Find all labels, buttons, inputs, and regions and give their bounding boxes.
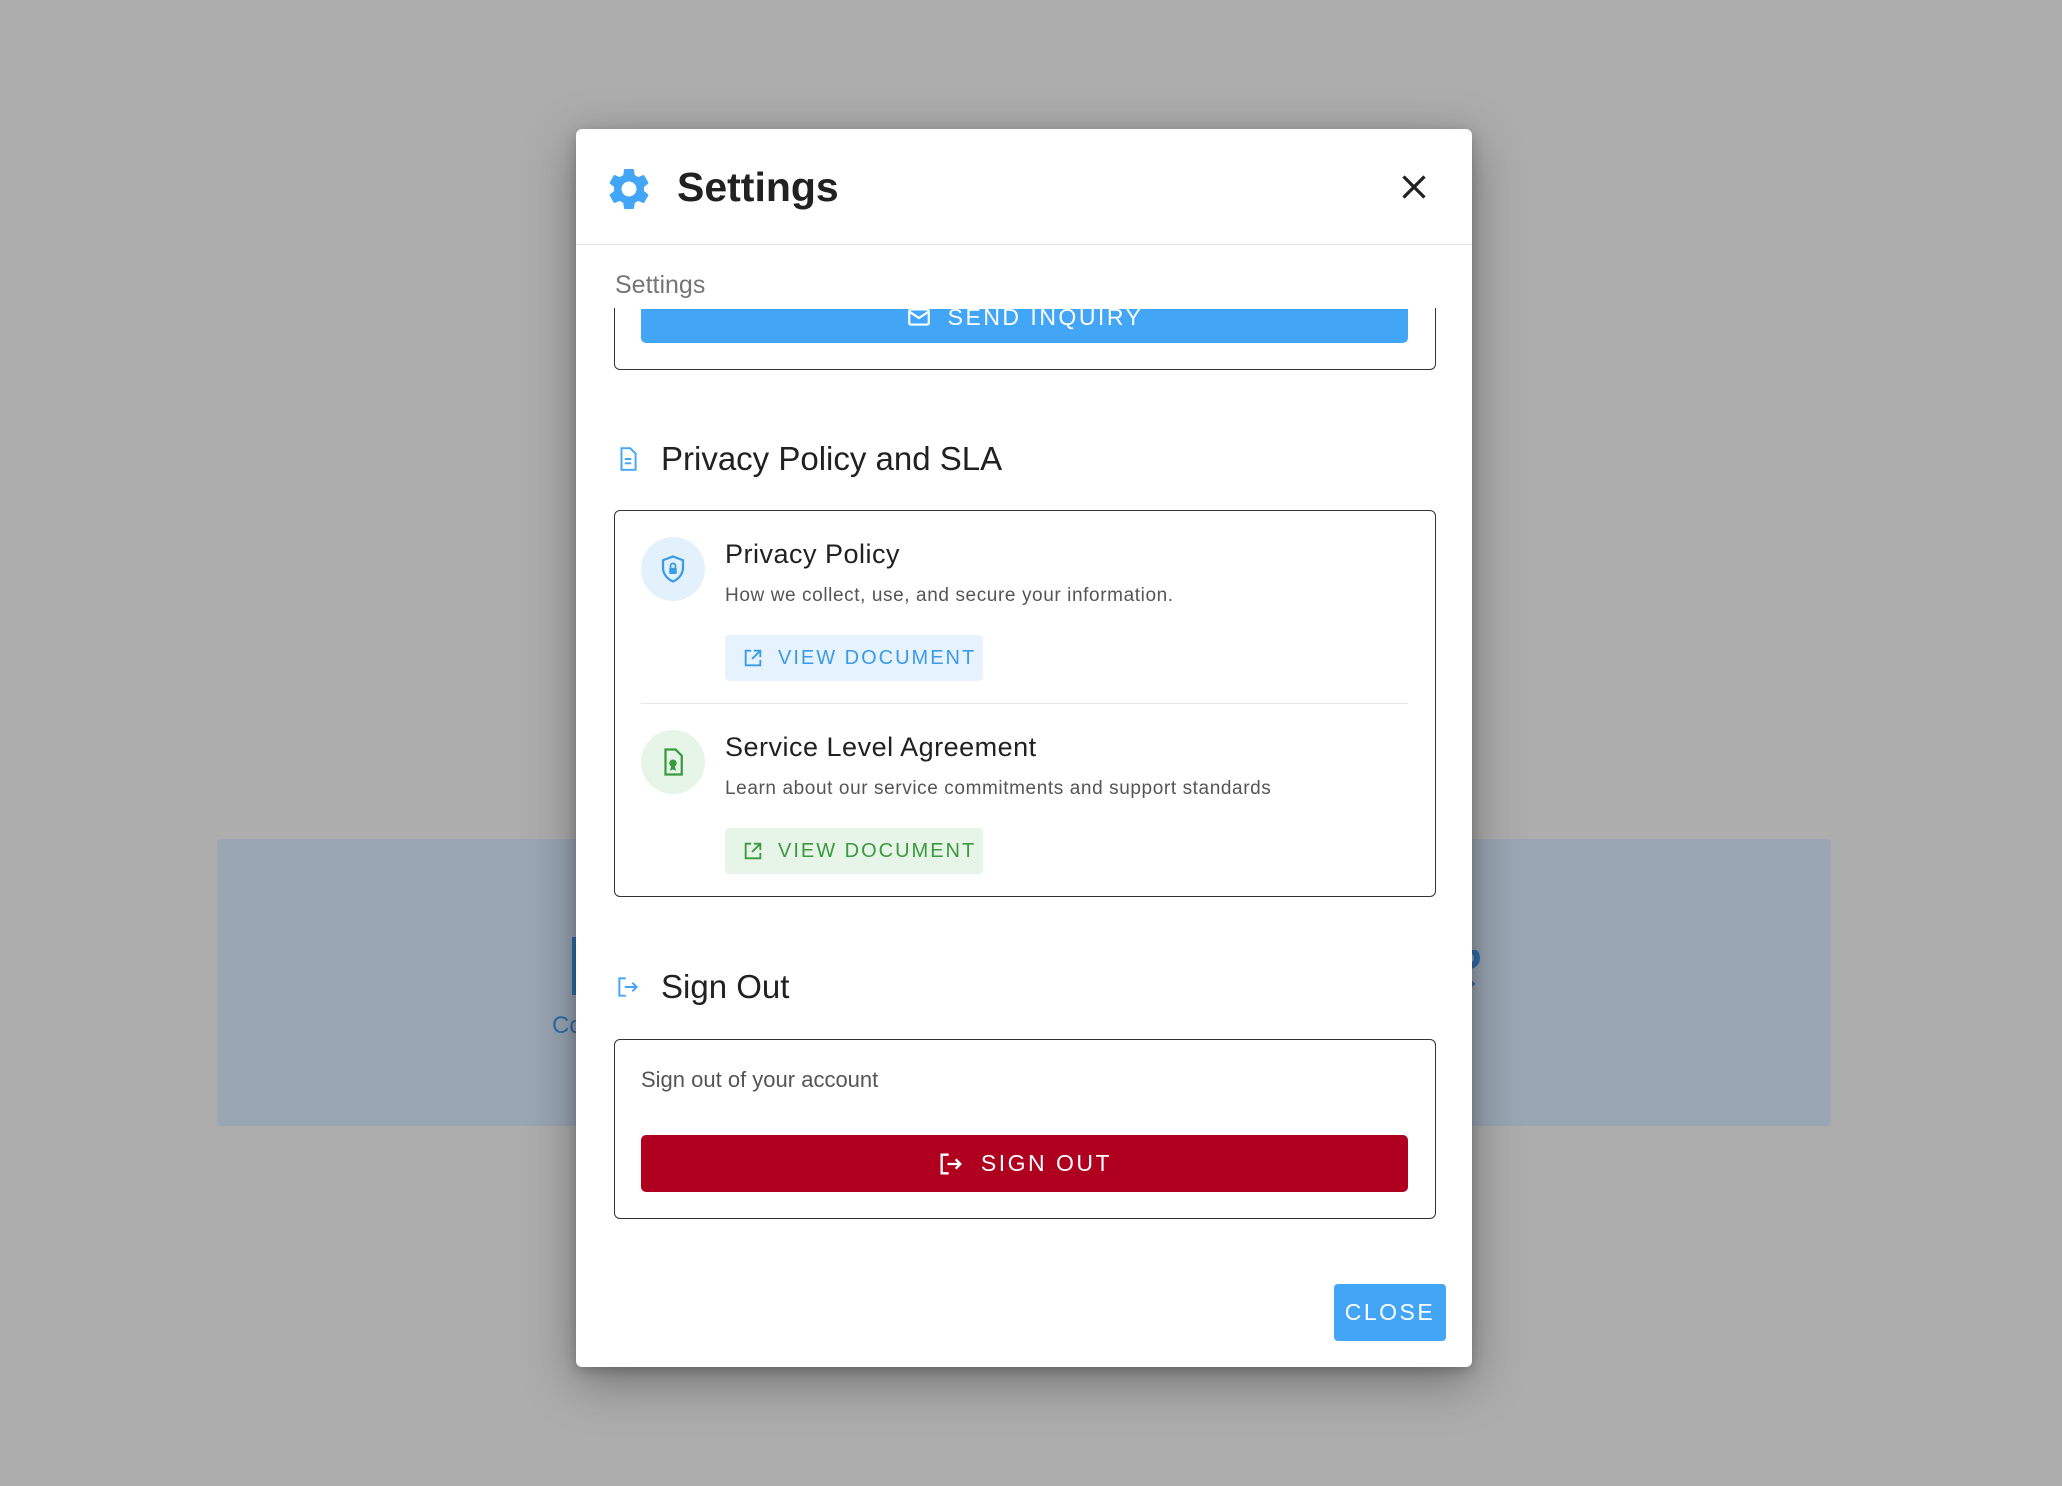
- sla-avatar: [641, 730, 705, 794]
- sign-out-label: SIGN OUT: [980, 1150, 1113, 1176]
- sign-out-button[interactable]: SIGN OUT: [641, 1135, 1408, 1192]
- privacy-section-heading: Privacy Policy and SLA: [615, 440, 1002, 478]
- view-document-label: VIEW DOCUMENT: [778, 646, 977, 669]
- mail-icon: [907, 309, 930, 326]
- dialog-title: Settings: [677, 164, 839, 210]
- document-certificate-icon: [664, 748, 683, 776]
- settings-caption: Settings: [615, 271, 706, 299]
- dialog-header: Settings: [576, 129, 1472, 245]
- logout-icon: [618, 977, 639, 997]
- send-inquiry-button[interactable]: SEND INQUIRY: [641, 309, 1408, 343]
- document-icon: [620, 447, 637, 471]
- view-privacy-document-button[interactable]: VIEW DOCUMENT: [725, 635, 983, 681]
- open-external-icon: [744, 649, 762, 667]
- signout-description: Sign out of your account: [641, 1067, 879, 1092]
- logout-icon: [940, 1153, 962, 1174]
- shield-lock-icon: [661, 555, 685, 583]
- sla-description: Learn about our service commitments and …: [725, 778, 1272, 799]
- open-external-icon: [744, 842, 762, 860]
- privacy-section-title: Privacy Policy and SLA: [661, 440, 1003, 477]
- documents-divider: [641, 703, 1408, 704]
- close-button[interactable]: CLOSE: [1334, 1284, 1446, 1341]
- signout-section-heading: Sign Out: [615, 968, 789, 1006]
- close-icon[interactable]: [1396, 169, 1432, 205]
- document-item-privacy: Privacy Policy How we collect, use, and …: [641, 537, 1411, 687]
- signout-card: [614, 1039, 1436, 1219]
- gear-icon: [609, 169, 649, 209]
- privacy-title: Privacy Policy: [725, 539, 901, 569]
- privacy-avatar: [641, 537, 705, 601]
- document-item-sla: Service Level Agreement Learn about our …: [641, 730, 1411, 880]
- send-inquiry-label: SEND INQUIRY: [947, 309, 1144, 330]
- sla-title: Service Level Agreement: [725, 732, 1037, 762]
- privacy-description: How we collect, use, and secure your inf…: [725, 585, 1174, 606]
- view-document-label: VIEW DOCUMENT: [778, 839, 977, 862]
- view-sla-document-button[interactable]: VIEW DOCUMENT: [725, 828, 983, 874]
- signout-section-title: Sign Out: [661, 968, 790, 1005]
